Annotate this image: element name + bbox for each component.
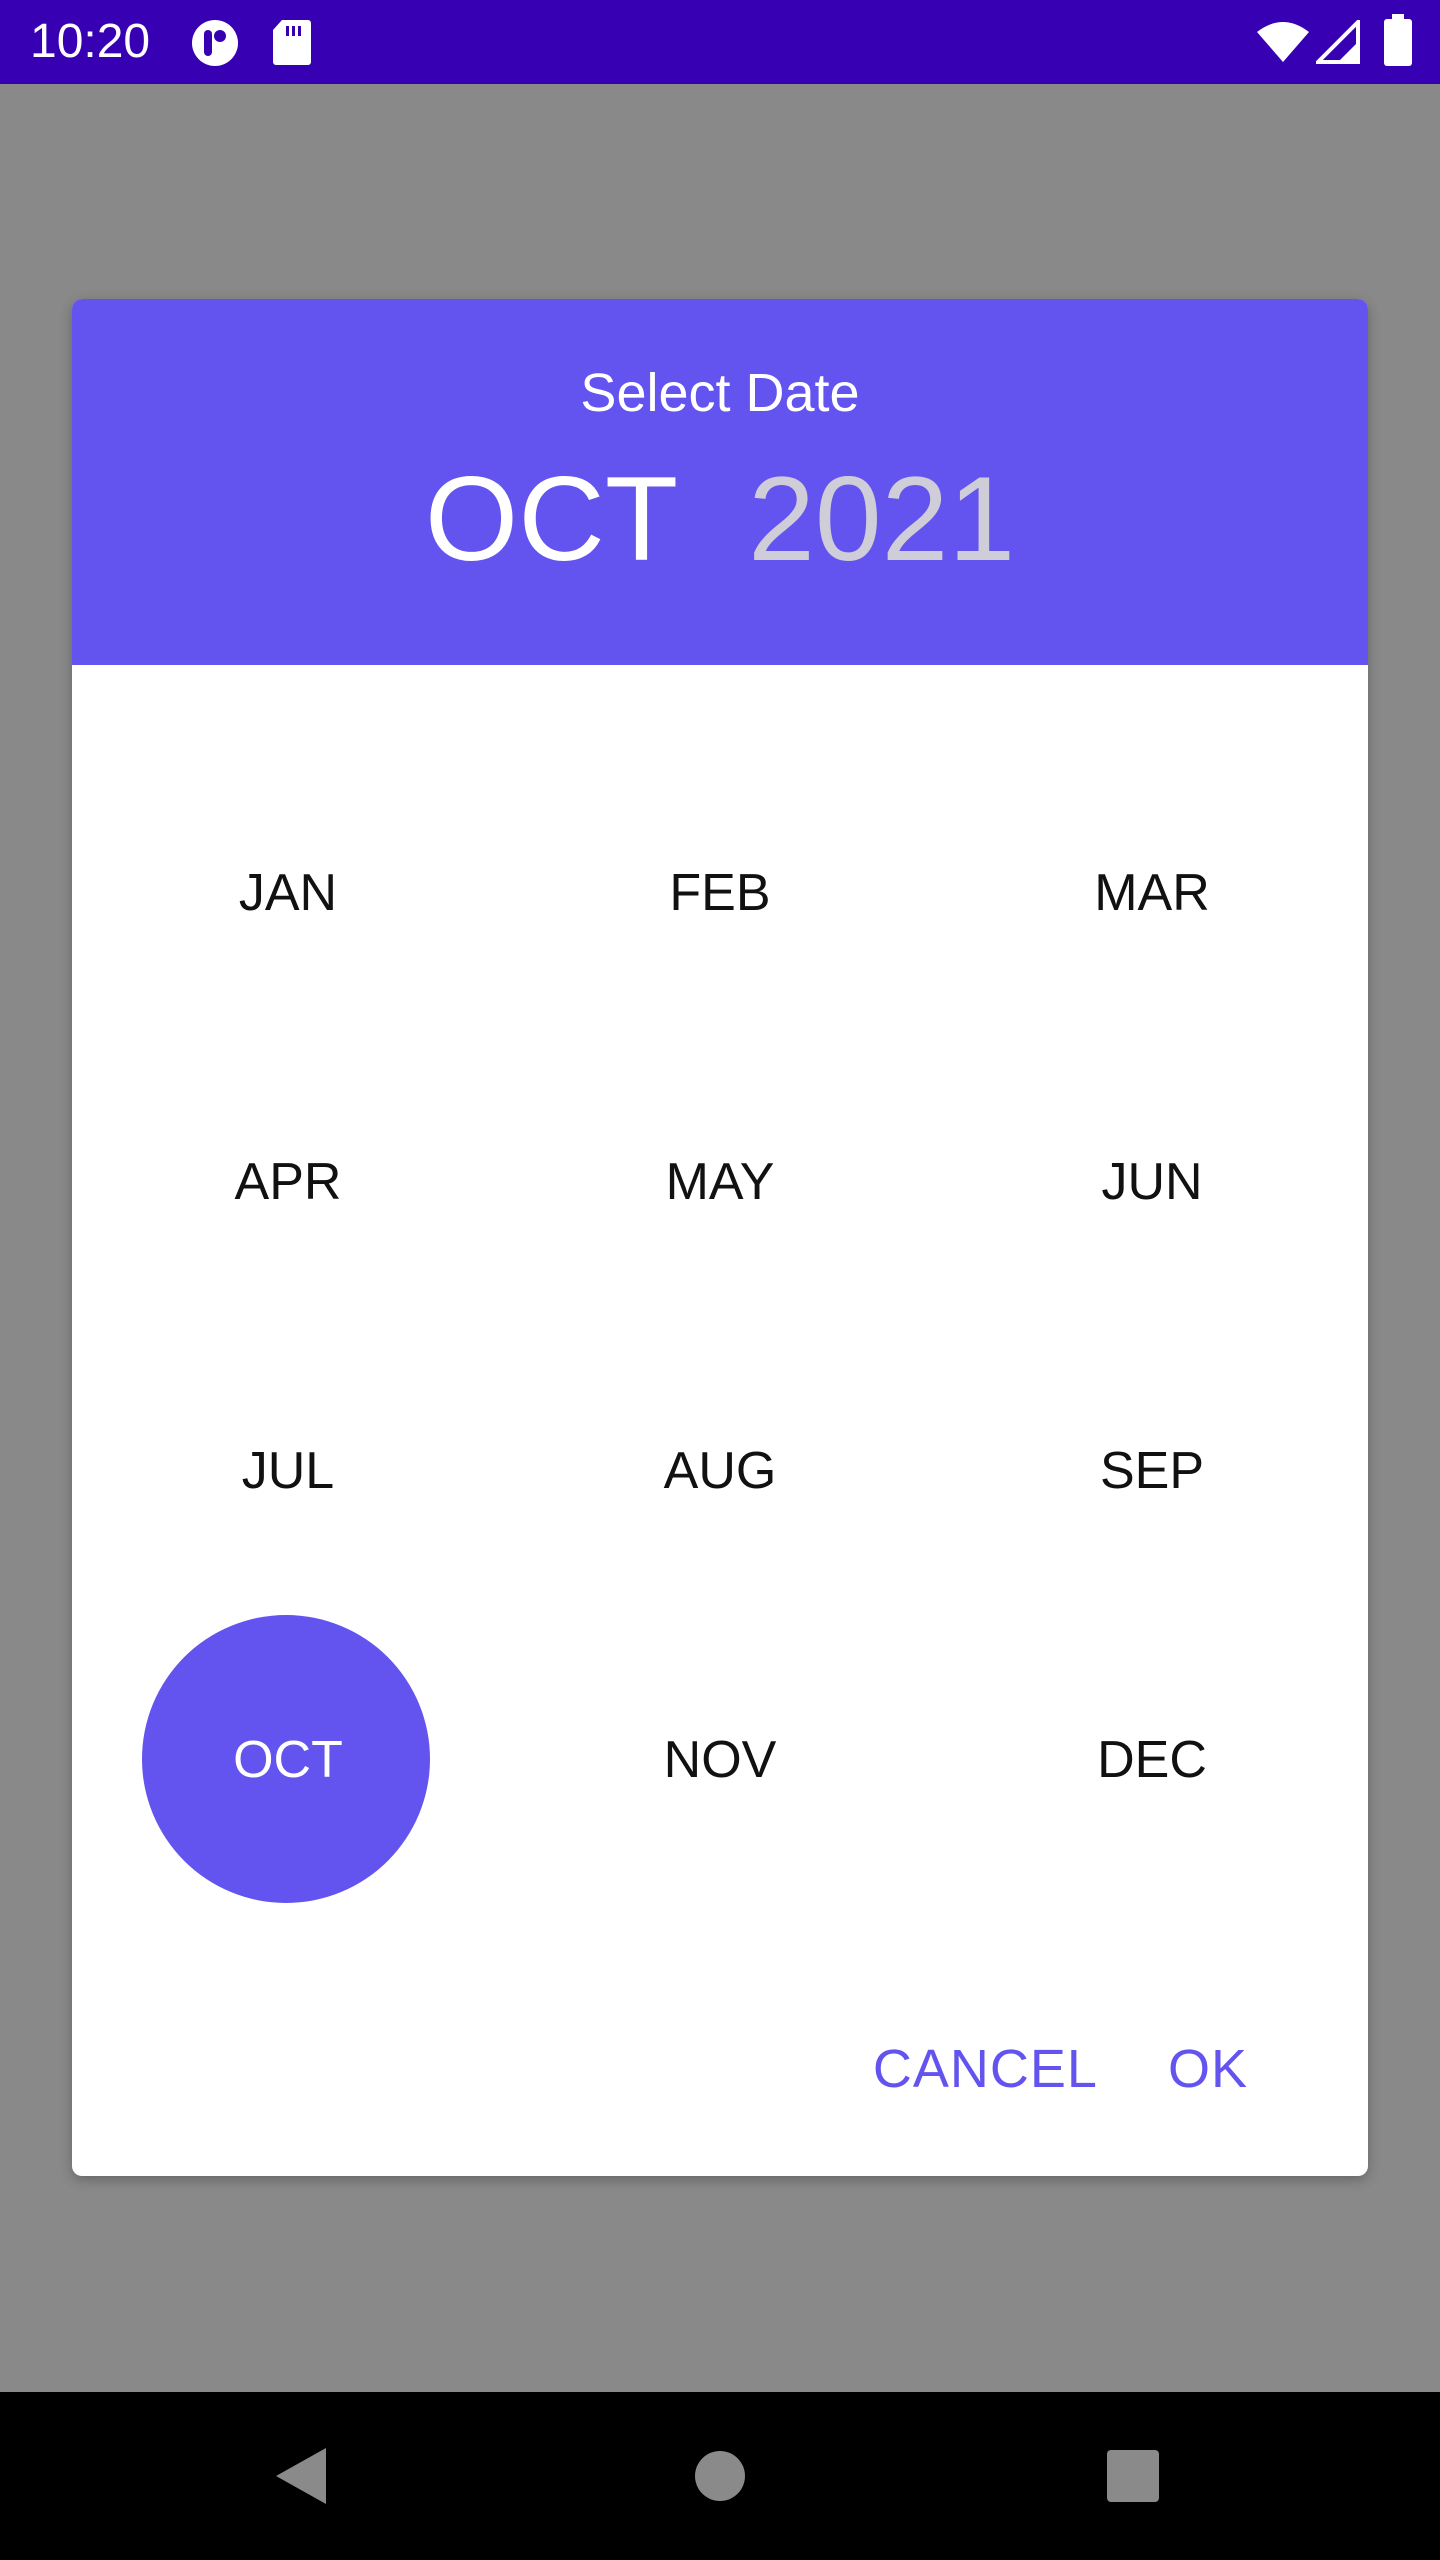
dialog-header: Select Date OCT 2021 [72, 299, 1368, 665]
month-label: JAN [238, 863, 338, 922]
month-dec[interactable]: DEC [936, 1615, 1368, 1904]
month-label: APR [234, 1152, 342, 1211]
month-label: MAY [665, 1152, 775, 1211]
dialog-title: Select Date [580, 363, 860, 423]
wifi-icon [1255, 20, 1311, 69]
selected-year[interactable]: 2021 [748, 452, 1015, 586]
month-label: NOV [663, 1730, 777, 1789]
month-apr[interactable]: APR [72, 1037, 504, 1326]
month-label: AUG [663, 1441, 777, 1500]
month-may[interactable]: MAY [504, 1037, 936, 1326]
sd-card-icon [272, 18, 312, 71]
month-sep[interactable]: SEP [936, 1326, 1368, 1615]
month-nov[interactable]: NOV [504, 1615, 936, 1904]
signal-icon [1313, 17, 1360, 69]
month-label: JUL [241, 1441, 335, 1500]
month-label: DEC [1097, 1730, 1207, 1789]
month-oct[interactable]: OCT [72, 1615, 504, 1904]
selected-month[interactable]: OCT [425, 452, 678, 586]
month-mar[interactable]: MAR [936, 748, 1368, 1037]
selected-date-display: OCT 2021 [72, 449, 1368, 589]
month-jun[interactable]: JUN [936, 1037, 1368, 1326]
month-feb[interactable]: FEB [504, 748, 936, 1037]
month-picker-dialog: Select Date OCT 2021 JAN FEB MAR APR MAY … [72, 299, 1368, 2176]
ok-button[interactable]: OK [1168, 2038, 1248, 2100]
battery-icon [1384, 14, 1412, 71]
cancel-button[interactable]: CANCEL [873, 2038, 1098, 2100]
month-aug[interactable]: AUG [504, 1326, 936, 1615]
back-icon[interactable] [268, 2436, 332, 2521]
home-icon[interactable] [690, 2436, 750, 2521]
status-time: 10:20 [30, 15, 151, 68]
month-label: JUN [1101, 1152, 1203, 1211]
dialog-actions: CANCEL OK [873, 2034, 1248, 2104]
navigation-bar [0, 2392, 1440, 2560]
month-label: MAR [1094, 863, 1210, 922]
month-jan[interactable]: JAN [72, 748, 504, 1037]
status-bar: 10:20 [0, 0, 1440, 84]
month-label: FEB [669, 863, 771, 922]
recents-icon[interactable] [1104, 2436, 1164, 2521]
month-jul[interactable]: JUL [72, 1326, 504, 1615]
month-label: SEP [1099, 1441, 1205, 1500]
month-label: OCT [233, 1730, 343, 1789]
month-grid: JAN FEB MAR APR MAY JUN JUL AUG SEP OCT … [72, 748, 1368, 1904]
app-notification-icon [190, 18, 240, 73]
